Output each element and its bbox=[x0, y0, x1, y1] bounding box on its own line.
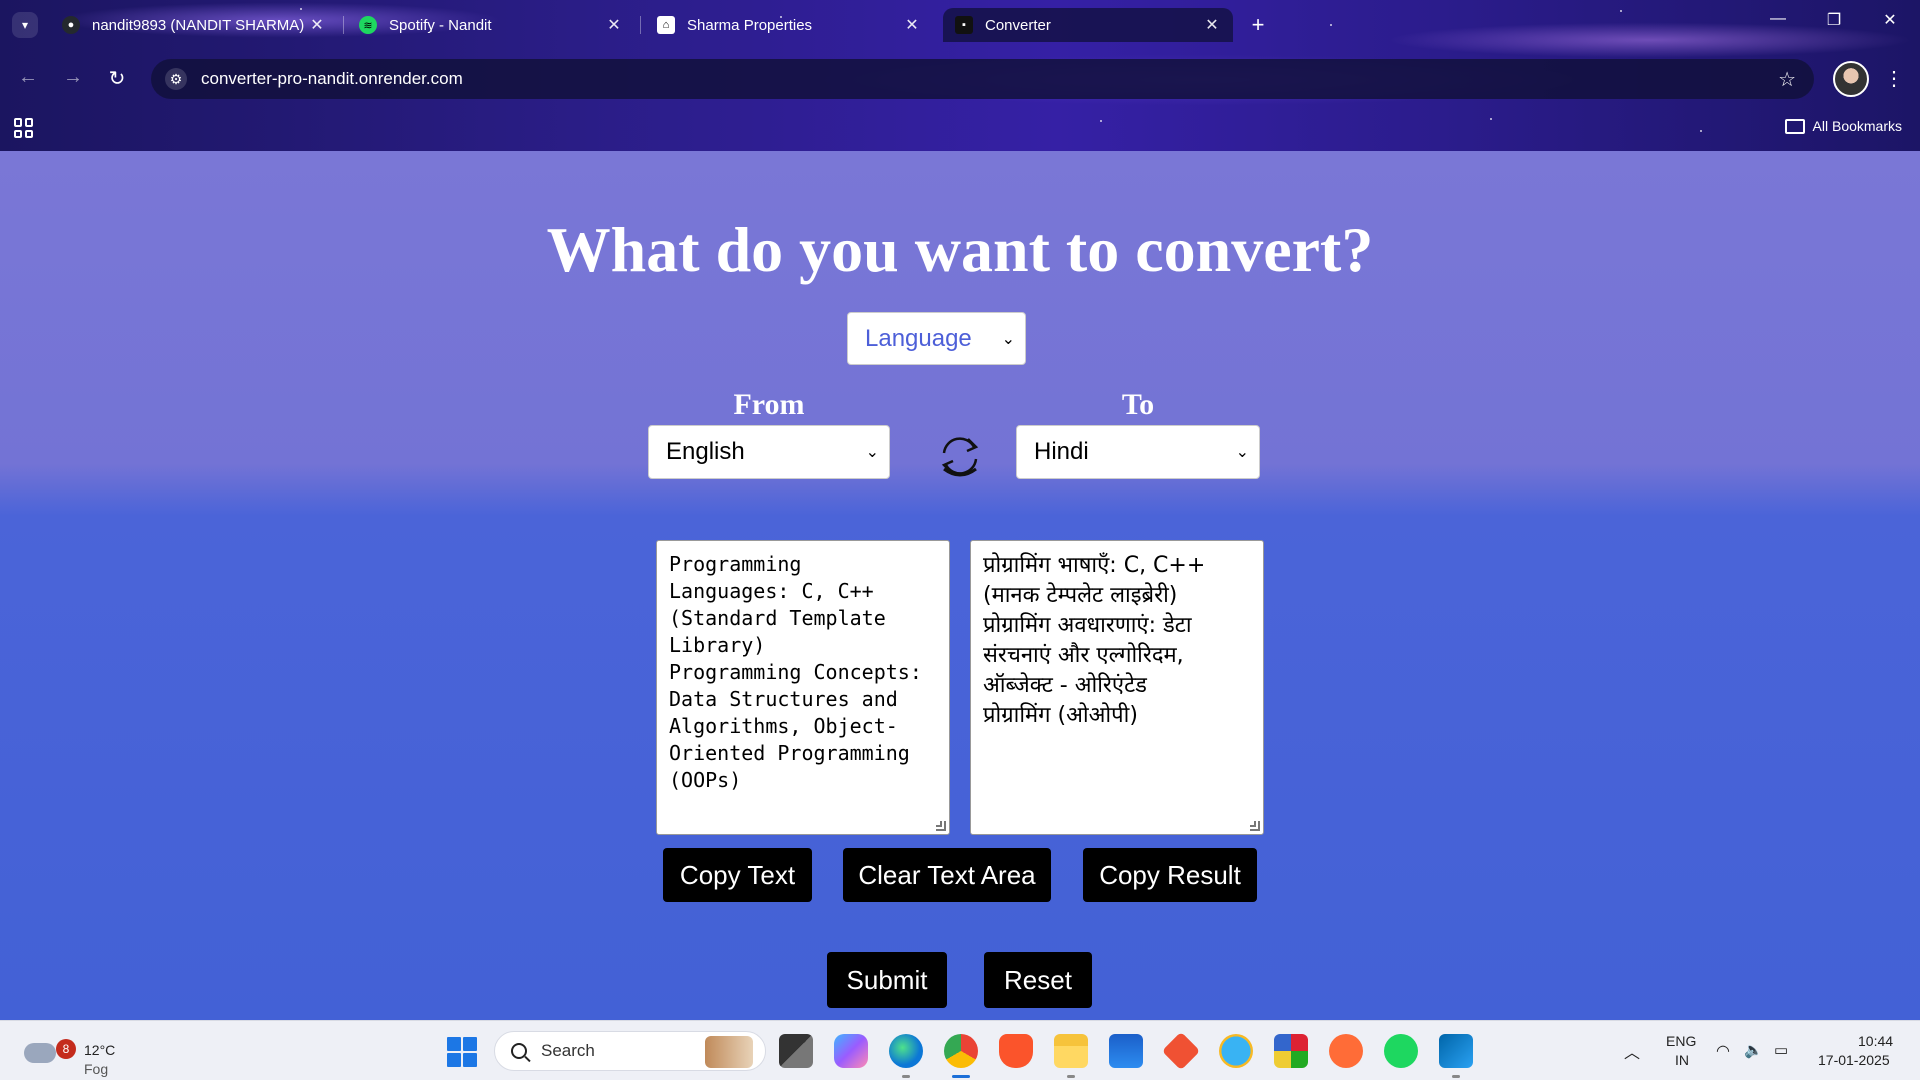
git-icon[interactable] bbox=[1161, 1031, 1201, 1071]
github-icon: ● bbox=[62, 16, 80, 34]
conversion-type-value: Language bbox=[865, 324, 972, 352]
from-label: From bbox=[733, 388, 805, 421]
page-title: What do you want to convert? bbox=[546, 214, 1374, 285]
postman-icon[interactable] bbox=[1329, 1034, 1363, 1068]
fog-icon bbox=[24, 1043, 56, 1063]
window-close-icon[interactable]: ✕ bbox=[1870, 10, 1910, 30]
close-icon[interactable]: ✕ bbox=[605, 15, 623, 35]
tab-title: Spotify - Nandit bbox=[389, 16, 492, 34]
from-language-value: English bbox=[666, 438, 745, 465]
tab-spotify[interactable]: ≋ Spotify - Nandit ✕ bbox=[347, 8, 635, 42]
taskbar-search-placeholder: Search bbox=[541, 1041, 595, 1060]
brave-icon[interactable] bbox=[999, 1034, 1033, 1068]
all-bookmarks-label: All Bookmarks bbox=[1812, 118, 1902, 134]
menu-kebab-icon[interactable]: ⋮ bbox=[1884, 66, 1904, 91]
close-icon[interactable]: ✕ bbox=[903, 15, 921, 35]
submit-button[interactable]: Submit bbox=[827, 952, 947, 1008]
search-icon bbox=[511, 1043, 527, 1059]
restore-icon[interactable]: ❐ bbox=[1814, 10, 1854, 30]
vscode-icon[interactable] bbox=[1439, 1034, 1473, 1078]
browser-chrome: ▾ ● nandit9893 (NANDIT SHARMA) ✕ ≋ Spoti… bbox=[0, 0, 1920, 151]
clear-text-area-button[interactable]: Clear Text Area bbox=[843, 848, 1051, 902]
tab-sharma-properties[interactable]: ⌂ Sharma Properties ✕ bbox=[645, 8, 933, 42]
tab-github[interactable]: ● nandit9893 (NANDIT SHARMA) ✕ bbox=[50, 8, 338, 42]
edge-icon[interactable] bbox=[889, 1034, 923, 1078]
result-textarea[interactable]: प्रोग्रामिंग भाषाएँ: C, C++ (मानक टेम्पल… bbox=[970, 540, 1264, 835]
minimize-icon[interactable]: — bbox=[1758, 10, 1798, 28]
address-bar[interactable]: ⚙ converter-pro-nandit.onrender.com ☆ bbox=[151, 59, 1814, 99]
tab-separator bbox=[343, 16, 344, 34]
volume-icon[interactable]: 🔈 bbox=[1744, 1041, 1763, 1059]
chevron-down-icon: ⌄ bbox=[865, 444, 879, 461]
tab-title: Sharma Properties bbox=[687, 16, 813, 34]
weather-condition: Fog bbox=[84, 1061, 109, 1077]
to-language-select[interactable]: Hindi ⌄ bbox=[1016, 425, 1260, 479]
swap-languages-button[interactable] bbox=[936, 429, 984, 489]
resize-handle-icon[interactable] bbox=[1250, 821, 1260, 831]
browser-toolbar: ← → ↻ ⚙ converter-pro-nandit.onrender.co… bbox=[0, 50, 1920, 106]
chevron-down-icon: ⌄ bbox=[1235, 444, 1249, 461]
tab-title: nandit9893 (NANDIT SHARMA) bbox=[92, 16, 305, 34]
reset-button[interactable]: Reset bbox=[984, 952, 1092, 1008]
task-view-icon[interactable] bbox=[779, 1034, 813, 1068]
tab-strip: ▾ ● nandit9893 (NANDIT SHARMA) ✕ ≋ Spoti… bbox=[0, 0, 1920, 50]
winrar-icon[interactable] bbox=[1274, 1034, 1308, 1068]
forward-icon[interactable]: → bbox=[58, 66, 88, 89]
copy-text-button[interactable]: Copy Text bbox=[663, 848, 812, 902]
chevron-down-icon: ⌄ bbox=[1001, 330, 1015, 348]
copy-result-button[interactable]: Copy Result bbox=[1083, 848, 1257, 902]
to-language-value: Hindi bbox=[1034, 438, 1089, 465]
all-bookmarks-button[interactable]: All Bookmarks bbox=[1784, 118, 1902, 134]
weather-widget[interactable]: 8 12°C Fog bbox=[20, 1031, 120, 1077]
folder-icon bbox=[1784, 118, 1805, 134]
sharma-properties-icon: ⌂ bbox=[657, 16, 675, 34]
tab-separator bbox=[640, 16, 641, 34]
language-indicator-line1[interactable]: ENG bbox=[1666, 1033, 1696, 1049]
copilot-icon[interactable] bbox=[834, 1034, 868, 1068]
converter-page: What do you want to convert? Language ⌄ … bbox=[0, 151, 1920, 1020]
converter-favicon: ▪ bbox=[955, 16, 973, 34]
language-indicator-line2[interactable]: IN bbox=[1675, 1052, 1689, 1068]
source-textarea[interactable]: Programming Languages: C, C++ (Standard … bbox=[656, 540, 950, 835]
tab-search-button[interactable]: ▾ bbox=[12, 12, 38, 38]
tab-title: Converter bbox=[985, 16, 1051, 34]
back-icon[interactable]: ← bbox=[13, 66, 43, 89]
chevron-up-icon[interactable]: ︿ bbox=[1624, 1039, 1640, 1063]
bookmark-star-icon[interactable]: ☆ bbox=[1778, 67, 1796, 92]
spotify-icon: ≋ bbox=[359, 16, 377, 34]
start-button[interactable] bbox=[447, 1037, 477, 1067]
new-tab-button[interactable]: + bbox=[1245, 12, 1271, 38]
chrome-icon[interactable] bbox=[944, 1034, 978, 1078]
spotify-icon[interactable] bbox=[1384, 1034, 1418, 1068]
store-icon[interactable] bbox=[1109, 1034, 1143, 1068]
windows-taskbar: 8 12°C Fog Search ︿ ENG IN ◠ 🔈 ▭ 10:44 1… bbox=[0, 1020, 1920, 1080]
tab-converter[interactable]: ▪ Converter ✕ bbox=[943, 8, 1233, 42]
battery-icon[interactable]: ▭ bbox=[1774, 1041, 1788, 1059]
profile-avatar[interactable] bbox=[1833, 61, 1869, 97]
wifi-icon[interactable]: ◠ bbox=[1716, 1041, 1730, 1061]
search-highlight-image bbox=[705, 1036, 753, 1068]
taskbar-search[interactable]: Search bbox=[494, 1031, 766, 1071]
notification-badge: 8 bbox=[56, 1039, 76, 1059]
swap-icon bbox=[941, 437, 979, 477]
apps-grid-icon[interactable] bbox=[14, 118, 34, 138]
resize-handle-icon[interactable] bbox=[936, 821, 946, 831]
close-icon[interactable]: ✕ bbox=[308, 15, 326, 35]
conversion-type-select[interactable]: Language ⌄ bbox=[847, 312, 1026, 365]
close-icon[interactable]: ✕ bbox=[1203, 15, 1221, 35]
bookmarks-bar: All Bookmarks bbox=[0, 106, 1920, 151]
url-text[interactable]: converter-pro-nandit.onrender.com bbox=[201, 69, 463, 89]
reload-icon[interactable]: ↻ bbox=[102, 66, 132, 91]
file-explorer-icon[interactable] bbox=[1054, 1034, 1088, 1078]
clock-time[interactable]: 10:44 bbox=[1858, 1033, 1893, 1049]
clock-date[interactable]: 17-01-2025 bbox=[1818, 1052, 1890, 1068]
weather-temperature: 12°C bbox=[84, 1042, 116, 1058]
telegram-icon[interactable] bbox=[1219, 1034, 1253, 1068]
site-info-icon[interactable]: ⚙ bbox=[165, 68, 187, 90]
to-label: To bbox=[1121, 388, 1155, 421]
from-language-select[interactable]: English ⌄ bbox=[648, 425, 890, 479]
